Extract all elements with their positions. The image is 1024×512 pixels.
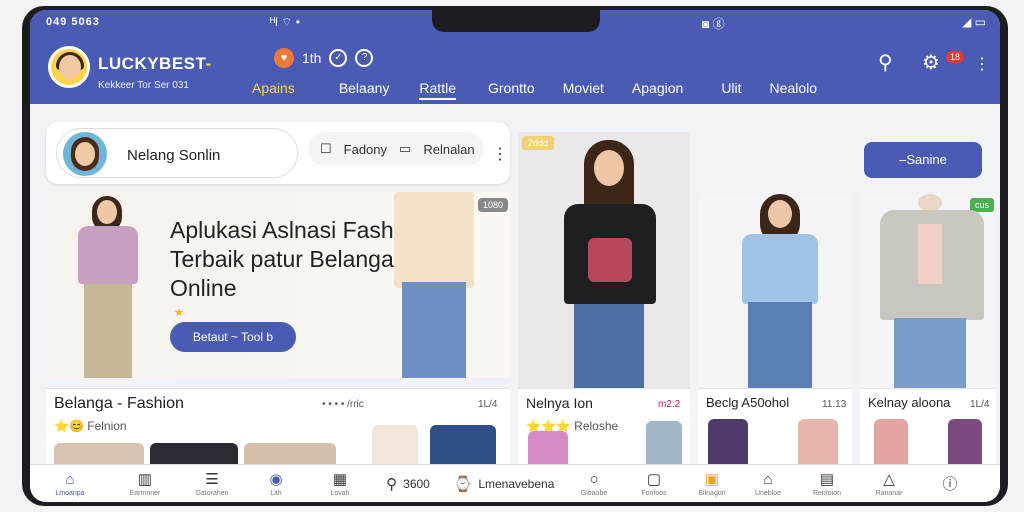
row-meta: • • • • /rric [322, 399, 364, 410]
header-icon-text: 1th [302, 50, 322, 66]
main-nav: Apains Belaany Rattle Grontto Moviet Apa… [252, 78, 817, 100]
tab-play[interactable]: ◉ Lith [244, 465, 308, 503]
app-header: LUCKYBEST- Kekkeer Tor Ser 031 ♥ 1th ✓ ?… [30, 34, 1000, 104]
row-meta-2: 1L/4 [478, 399, 498, 410]
nav-item-1[interactable]: Belaany [339, 78, 390, 100]
tab-home[interactable]: ⌂ Lmoanpa [30, 465, 110, 503]
brand-name: LUCKYBEST- [98, 54, 212, 73]
star-icon: ★ [174, 307, 184, 319]
home-icon: ⌂ [65, 470, 75, 488]
product-card-denim-shirt[interactable] [698, 194, 852, 390]
profile-name: Nelang Sonlin [127, 147, 221, 164]
status-network-icons: ◙ ⓖ [702, 17, 725, 31]
tab-search[interactable]: ⚲ 3600 [372, 465, 444, 503]
brand-subtitle: Kekkeer Tor Ser 031 [98, 80, 189, 91]
product-row-0[interactable]: Belanga - Fashion • • • • /rric 1L/4 ⭐😊 … [46, 388, 510, 473]
tab-box[interactable]: ▣ Bllnagon [684, 465, 740, 503]
feature-tag: 2ddd [522, 136, 555, 150]
hero-cta-button[interactable]: Betaut ~ Tool b [170, 322, 296, 352]
tab-info[interactable]: ⓘ [920, 465, 980, 503]
row-meta: 1L/4 [970, 399, 990, 410]
search-icon[interactable]: ⚲ [878, 50, 893, 75]
product-row-3[interactable]: Kelnay aloona 1L/4 [860, 388, 996, 473]
square-icon[interactable]: ☐ [320, 141, 332, 157]
tab-chat[interactable]: ○ Gloaobe [564, 465, 624, 503]
row-subtitle: ⭐😊 Felnion [54, 419, 127, 433]
chart-icon: ▥ [137, 471, 153, 488]
chat-icon: ○ [589, 470, 599, 488]
info-icon: ⓘ [942, 476, 958, 493]
fire-icon[interactable]: ♥ [274, 48, 294, 68]
profile-pill[interactable]: Nelang Sonlin [56, 128, 298, 178]
status-time: 049 5063 [46, 16, 100, 28]
chat-icon[interactable]: ▭ [399, 141, 411, 157]
clock-icon: ⌚ [453, 475, 473, 493]
action-relnalan[interactable]: Relnalan [423, 142, 474, 157]
nav-item-2[interactable]: Rattle [419, 78, 456, 100]
profile-card: Nelang Sonlin ☐ Fadony ▭ Relnalan ⋮ [46, 122, 510, 184]
tab-chart[interactable]: ▥ Earmnner [110, 465, 180, 503]
brand-logo[interactable] [48, 46, 90, 88]
row-meta: m2:2 [658, 399, 681, 410]
search-button[interactable]: –Sanine [864, 142, 982, 178]
row-title: Nelnya Ion [526, 395, 593, 411]
book-icon: ▢ [646, 471, 662, 488]
action-fadony[interactable]: Fadony [344, 142, 387, 157]
nav-item-0[interactable]: Apains [252, 78, 295, 100]
app-screen: 049 5063 ᴴl ⌔ • ◙ ⓖ ◢ ▭ LUCKYBEST- Kekke… [30, 10, 1000, 502]
nav-item-5[interactable]: Apagion [632, 78, 683, 100]
main-content: Nelang Sonlin ☐ Fadony ▭ Relnalan ⋮ Aplu… [30, 104, 1000, 473]
row-title: Beclg A50ohol [706, 395, 790, 410]
emoji-icon: ⭐😊 [54, 419, 84, 433]
row-title: Kelnay aloona [868, 395, 951, 410]
product-feature-card[interactable]: 2ddd [518, 132, 690, 388]
cart-icon: ⌂ [763, 470, 773, 488]
doc-icon: ▤ [819, 471, 835, 488]
search-icon: ⚲ [386, 475, 398, 493]
more-icon[interactable]: ⋮ [492, 144, 508, 164]
check-icon[interactable]: ✓ [329, 49, 348, 67]
bell-icon: △ [883, 471, 895, 488]
status-battery-icons: ◢ ▭ [962, 15, 986, 29]
bottom-tab-bar: ⌂ Lmoanpa ▥ Earmnner ☰ Gatorahen ◉ Lith ▦ Lov… [30, 464, 1000, 502]
tab-clock[interactable]: ⌚ Lmenavebena [444, 465, 564, 503]
profile-actions: ☐ Fadony ▭ Relnalan [308, 132, 484, 166]
grid-icon: ▦ [332, 471, 348, 488]
notification-badge: 18 [946, 51, 965, 63]
hero-tag: 1080 [478, 198, 509, 212]
product-row-2[interactable]: Beclg A50ohol 11.13 [698, 388, 852, 473]
play-icon: ◉ [269, 471, 283, 488]
box-icon: ▣ [704, 471, 720, 488]
product-card-jacket[interactable]: cus [860, 194, 996, 390]
camera-notch [432, 10, 600, 32]
nav-item-4[interactable]: Moviet [563, 78, 604, 100]
nav-item-7[interactable]: Nealolo [770, 78, 817, 100]
more-menu-icon[interactable]: ⋮ [974, 54, 990, 74]
avatar [63, 132, 107, 176]
tab-doc[interactable]: ▤ Rentoion [796, 465, 858, 503]
tab-cart[interactable]: ⌂ Unebloe [740, 465, 796, 503]
row-title: Belanga - Fashion [54, 395, 184, 412]
header-quick-icons: ♥ 1th ✓ ? [274, 48, 374, 68]
nav-item-3[interactable]: Grontto [488, 78, 535, 100]
hero-banner[interactable]: Aplukasi Aslnasi Fashion Terbaik patur B… [46, 192, 510, 378]
tab-grid[interactable]: ▦ Lovah [308, 465, 372, 503]
row-meta: 11.13 [822, 399, 847, 410]
tab-bell[interactable]: △ Rananar [858, 465, 920, 503]
tab-bag[interactable]: ☰ Gatorahen [180, 465, 244, 503]
nav-item-6[interactable]: Ulit [721, 78, 741, 100]
product-row-1[interactable]: Nelnya Ion m2:2 ⭐⭐⭐ Reloshe [518, 388, 690, 473]
settings-icon[interactable]: ⚙ [922, 50, 940, 75]
question-icon[interactable]: ? [355, 49, 374, 67]
status-signal-icons: ᴴl ⌔ • [270, 15, 300, 29]
tab-book[interactable]: ▢ Fonfoos [624, 465, 684, 503]
bag-icon: ☰ [205, 471, 219, 488]
